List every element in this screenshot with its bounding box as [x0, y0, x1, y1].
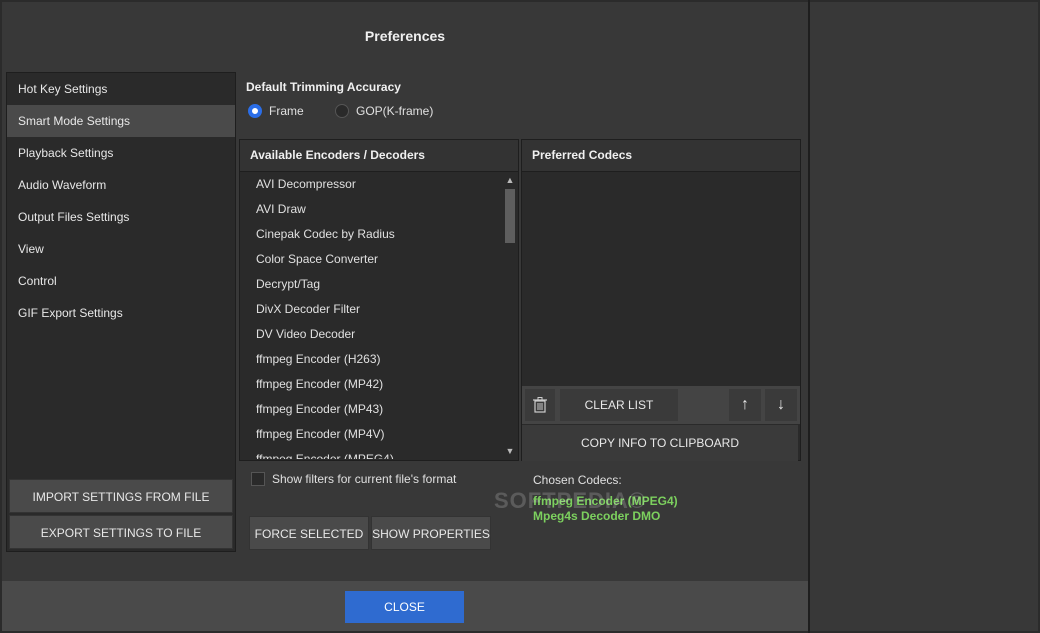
encoders-panel: Available Encoders / Decoders AVI Decomp… — [239, 139, 519, 461]
clear-list-button[interactable]: CLEAR LIST — [560, 389, 678, 421]
encoders-heading: Available Encoders / Decoders — [240, 140, 518, 172]
settings-sidebar: Hot Key Settings Smart Mode Settings Pla… — [6, 72, 236, 552]
dialog-title: Preferences — [364, 28, 446, 44]
encoders-scrollbar[interactable]: ▲ ▼ — [502, 172, 518, 459]
background-pane — [810, 2, 1038, 631]
trimming-accuracy-heading: Default Trimming Accuracy — [246, 80, 401, 94]
list-item[interactable]: AVI Draw — [240, 197, 502, 222]
radio-selected-icon — [248, 104, 262, 118]
show-filters-checkbox[interactable]: Show filters for current file's format — [251, 472, 456, 486]
dialog-footer: CLOSE — [2, 581, 808, 631]
move-up-icon[interactable]: ↑ — [729, 389, 761, 421]
preferred-codecs-panel: Preferred Codecs CLEAR LIST ↑ ↓ COPY INF… — [521, 139, 801, 461]
list-item[interactable]: DV Video Decoder — [240, 322, 502, 347]
scroll-up-icon[interactable]: ▲ — [502, 172, 518, 188]
list-item[interactable]: ffmpeg Encoder (H263) — [240, 347, 502, 372]
radio-frame-label: Frame — [269, 104, 304, 118]
sidebar-item-gif-export-settings[interactable]: GIF Export Settings — [7, 297, 235, 329]
list-item[interactable]: ffmpeg Encoder (MP42) — [240, 372, 502, 397]
sidebar-item-view[interactable]: View — [7, 233, 235, 265]
preferred-codecs-heading: Preferred Codecs — [522, 140, 800, 172]
sidebar-item-smart-mode-settings[interactable]: Smart Mode Settings — [7, 105, 235, 137]
list-item[interactable]: ffmpeg Encoder (MP43) — [240, 397, 502, 422]
list-item[interactable]: ffmpeg Encoder (MP4V) — [240, 422, 502, 447]
show-properties-button[interactable]: SHOW PROPERTIES — [371, 516, 491, 550]
copy-to-clipboard-button[interactable]: COPY INFO TO CLIPBOARD — [522, 424, 798, 461]
checkbox-icon — [251, 472, 265, 486]
watermark-logo: SOFTPEDIA® — [494, 488, 647, 513]
radio-gop-label: GOP(K-frame) — [356, 104, 434, 118]
list-item[interactable]: ffmpeg Encoder (MPEG4) — [240, 447, 502, 459]
sidebar-item-audio-waveform[interactable]: Audio Waveform — [7, 169, 235, 201]
export-settings-button[interactable]: EXPORT SETTINGS TO FILE — [9, 515, 233, 549]
sidebar-item-output-files-settings[interactable]: Output Files Settings — [7, 201, 235, 233]
sidebar-item-hot-key-settings[interactable]: Hot Key Settings — [7, 73, 235, 105]
list-item[interactable]: DivX Decoder Filter — [240, 297, 502, 322]
encoders-list[interactable]: AVI Decompressor AVI Draw Cinepak Codec … — [240, 172, 502, 459]
radio-unselected-icon — [335, 104, 349, 118]
move-down-icon[interactable]: ↓ — [765, 389, 797, 421]
preferred-codecs-list[interactable] — [522, 172, 800, 385]
trash-icon[interactable] — [525, 389, 555, 421]
import-settings-button[interactable]: IMPORT SETTINGS FROM FILE — [9, 479, 233, 513]
list-item[interactable]: Cinepak Codec by Radius — [240, 222, 502, 247]
scroll-thumb[interactable] — [505, 189, 515, 243]
list-item[interactable]: Decrypt/Tag — [240, 272, 502, 297]
radio-frame[interactable]: Frame — [248, 104, 304, 118]
close-button[interactable]: CLOSE — [345, 591, 464, 623]
radio-gop-kframe[interactable]: GOP(K-frame) — [335, 104, 433, 118]
list-item[interactable]: AVI Decompressor — [240, 172, 502, 197]
sidebar-item-control[interactable]: Control — [7, 265, 235, 297]
preferences-dialog: Preferences Hot Key Settings Smart Mode … — [2, 2, 808, 631]
preferred-controls: CLEAR LIST ↑ ↓ — [522, 386, 800, 424]
sidebar-item-playback-settings[interactable]: Playback Settings — [7, 137, 235, 169]
show-filters-label: Show filters for current file's format — [272, 472, 457, 486]
force-selected-button[interactable]: FORCE SELECTED — [249, 516, 369, 550]
list-item[interactable]: Color Space Converter — [240, 247, 502, 272]
scroll-down-icon[interactable]: ▼ — [502, 443, 518, 459]
chosen-codecs-label: Chosen Codecs: — [533, 473, 622, 487]
